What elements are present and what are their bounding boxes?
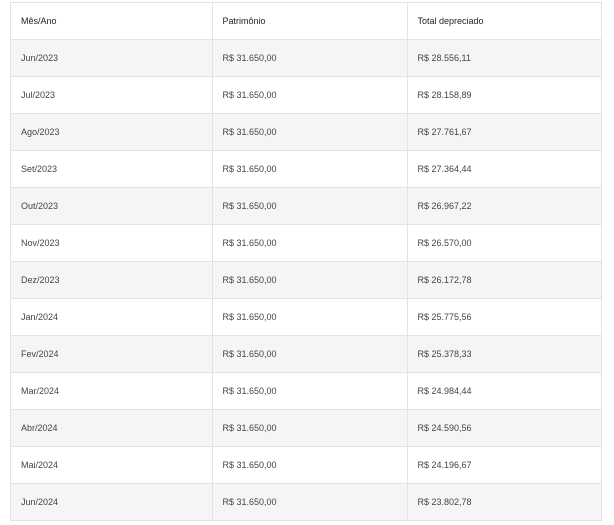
- table-row: Nov/2023 R$ 31.650,00 R$ 26.570,00: [11, 224, 601, 262]
- cell-month-year: Jul/2023: [11, 76, 213, 114]
- cell-month-year: Ago/2023: [11, 113, 213, 151]
- cell-total-depreciated: R$ 28.556,11: [407, 39, 601, 77]
- cell-total-depreciated: R$ 25.378,33: [407, 335, 601, 373]
- column-header-total-depreciated: Total depreciado: [407, 3, 601, 40]
- cell-asset-value: R$ 31.650,00: [212, 298, 408, 336]
- cell-asset-value: R$ 31.650,00: [212, 261, 408, 299]
- table-row: Out/2023 R$ 31.650,00 R$ 26.967,22: [11, 187, 601, 225]
- cell-month-year: Jun/2023: [11, 39, 213, 77]
- table-row: Mai/2024 R$ 31.650,00 R$ 24.196,67: [11, 446, 601, 484]
- table-row: Fev/2024 R$ 31.650,00 R$ 25.378,33: [11, 335, 601, 373]
- cell-asset-value: R$ 31.650,00: [212, 76, 408, 114]
- table-row: Dez/2023 R$ 31.650,00 R$ 26.172,78: [11, 261, 601, 299]
- cell-month-year: Out/2023: [11, 187, 213, 225]
- cell-total-depreciated: R$ 27.364,44: [407, 150, 601, 188]
- column-header-month-year: Mês/Ano: [11, 3, 213, 40]
- table-row: Jun/2024 R$ 31.650,00 R$ 23.802,78: [11, 483, 601, 520]
- depreciation-table-container: Mês/Ano Patrimônio Total depreciado Jun/…: [10, 2, 602, 521]
- cell-total-depreciated: R$ 24.590,56: [407, 409, 601, 447]
- cell-total-depreciated: R$ 27.761,67: [407, 113, 601, 151]
- cell-asset-value: R$ 31.650,00: [212, 113, 408, 151]
- cell-total-depreciated: R$ 26.570,00: [407, 224, 601, 262]
- cell-total-depreciated: R$ 25.775,56: [407, 298, 601, 336]
- cell-month-year: Mai/2024: [11, 446, 213, 484]
- table-row: Jul/2023 R$ 31.650,00 R$ 28.158,89: [11, 76, 601, 114]
- cell-month-year: Set/2023: [11, 150, 213, 188]
- cell-asset-value: R$ 31.650,00: [212, 150, 408, 188]
- cell-month-year: Mar/2024: [11, 372, 213, 410]
- table-row: Abr/2024 R$ 31.650,00 R$ 24.590,56: [11, 409, 601, 447]
- cell-asset-value: R$ 31.650,00: [212, 483, 408, 520]
- cell-asset-value: R$ 31.650,00: [212, 39, 408, 77]
- cell-month-year: Abr/2024: [11, 409, 213, 447]
- cell-asset-value: R$ 31.650,00: [212, 446, 408, 484]
- table-header-row: Mês/Ano Patrimônio Total depreciado: [11, 3, 601, 40]
- cell-month-year: Dez/2023: [11, 261, 213, 299]
- cell-asset-value: R$ 31.650,00: [212, 335, 408, 373]
- table-row: Set/2023 R$ 31.650,00 R$ 27.364,44: [11, 150, 601, 188]
- cell-total-depreciated: R$ 24.196,67: [407, 446, 601, 484]
- cell-total-depreciated: R$ 28.158,89: [407, 76, 601, 114]
- table-header: Mês/Ano Patrimônio Total depreciado: [11, 3, 601, 40]
- cell-month-year: Jan/2024: [11, 298, 213, 336]
- cell-asset-value: R$ 31.650,00: [212, 372, 408, 410]
- table-row: Ago/2023 R$ 31.650,00 R$ 27.761,67: [11, 113, 601, 151]
- table-row: Jun/2023 R$ 31.650,00 R$ 28.556,11: [11, 39, 601, 77]
- cell-month-year: Jun/2024: [11, 483, 213, 520]
- depreciation-table: Mês/Ano Patrimônio Total depreciado Jun/…: [11, 3, 601, 520]
- cell-month-year: Fev/2024: [11, 335, 213, 373]
- table-row: Mar/2024 R$ 31.650,00 R$ 24.984,44: [11, 372, 601, 410]
- cell-month-year: Nov/2023: [11, 224, 213, 262]
- cell-asset-value: R$ 31.650,00: [212, 409, 408, 447]
- column-header-asset-value: Patrimônio: [212, 3, 408, 40]
- cell-total-depreciated: R$ 26.172,78: [407, 261, 601, 299]
- table-body: Jun/2023 R$ 31.650,00 R$ 28.556,11 Jul/2…: [11, 39, 601, 520]
- cell-total-depreciated: R$ 26.967,22: [407, 187, 601, 225]
- table-row: Jan/2024 R$ 31.650,00 R$ 25.775,56: [11, 298, 601, 336]
- cell-asset-value: R$ 31.650,00: [212, 187, 408, 225]
- cell-asset-value: R$ 31.650,00: [212, 224, 408, 262]
- cell-total-depreciated: R$ 24.984,44: [407, 372, 601, 410]
- cell-total-depreciated: R$ 23.802,78: [407, 483, 601, 520]
